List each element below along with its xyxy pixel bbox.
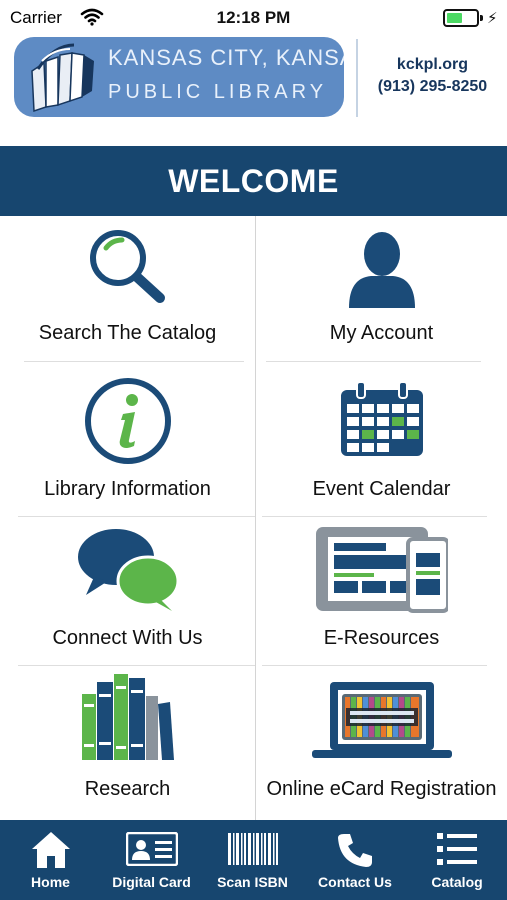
tab-label: Contact Us [318,874,392,890]
tile-event-calendar[interactable]: Event Calendar [256,362,507,516]
tile-label: E-Resources [323,627,440,649]
website-link[interactable]: kckpl.org [358,56,507,74]
tile-e-resources[interactable]: E-Resources [256,517,507,665]
tab-label: Digital Card [112,874,191,890]
logo-line-2: PUBLIC LIBRARY [108,81,328,103]
battery-icon [443,9,483,27]
tab-label: Home [31,874,70,890]
devices-icon [256,527,507,613]
clock: 12:18 PM [216,8,291,27]
tile-connect-with-us[interactable]: Connect With Us [0,517,255,665]
tile-research[interactable]: Research [0,666,255,820]
barcode-icon [202,832,303,866]
menu-grid: Search The Catalog My Account Library In… [0,216,507,820]
tile-label: Library Information [44,478,211,500]
charging-icon: ⚡ [487,10,498,27]
tile-online-ecard-registration[interactable]: Online eCard Registration [256,666,507,820]
logo-line-1: KANSAS CITY, KANSAS [108,45,344,70]
tab-label: Catalog [431,874,483,890]
tile-label: My Account [329,322,434,344]
tab-bar: Home Digital Card Scan ISBN Contact Us C… [0,820,507,900]
calendar-icon [256,382,507,458]
phone-icon [303,832,407,868]
tile-label: Connect With Us [52,627,203,649]
books-icon [0,674,255,764]
library-logo: KANSAS CITY, KANSAS PUBLIC LIBRARY [14,37,344,117]
tab-label: Scan ISBN [217,874,288,890]
tile-library-information[interactable]: Library Information [0,362,255,516]
tab-home[interactable]: Home [0,820,101,900]
info-icon [0,376,255,466]
tile-label: Search The Catalog [38,322,217,344]
tile-label: Event Calendar [312,478,451,500]
tab-digital-card[interactable]: Digital Card [101,820,202,900]
laptop-icon [256,682,507,760]
tile-my-account[interactable]: My Account [256,216,507,361]
tile-search-catalog[interactable]: Search The Catalog [0,216,255,361]
book-fan-logo-icon [24,41,102,117]
list-icon [407,832,507,866]
chat-bubbles-icon [0,527,255,613]
person-icon [256,226,507,310]
home-icon [0,832,101,868]
tile-label: Research [84,778,171,800]
tab-contact-us[interactable]: Contact Us [303,820,407,900]
phone-link[interactable]: (913) 295-8250 [358,78,507,96]
magnifier-icon [0,226,255,306]
tile-label: Online eCard Registration [266,778,497,800]
header: KANSAS CITY, KANSAS PUBLIC LIBRARY kckpl… [0,36,507,146]
tab-scan-isbn[interactable]: Scan ISBN [202,820,303,900]
welcome-banner: WELCOME [0,146,507,216]
status-bar: Carrier 12:18 PM ⚡ [0,0,507,36]
id-card-icon [101,832,202,866]
tab-catalog[interactable]: Catalog [407,820,507,900]
